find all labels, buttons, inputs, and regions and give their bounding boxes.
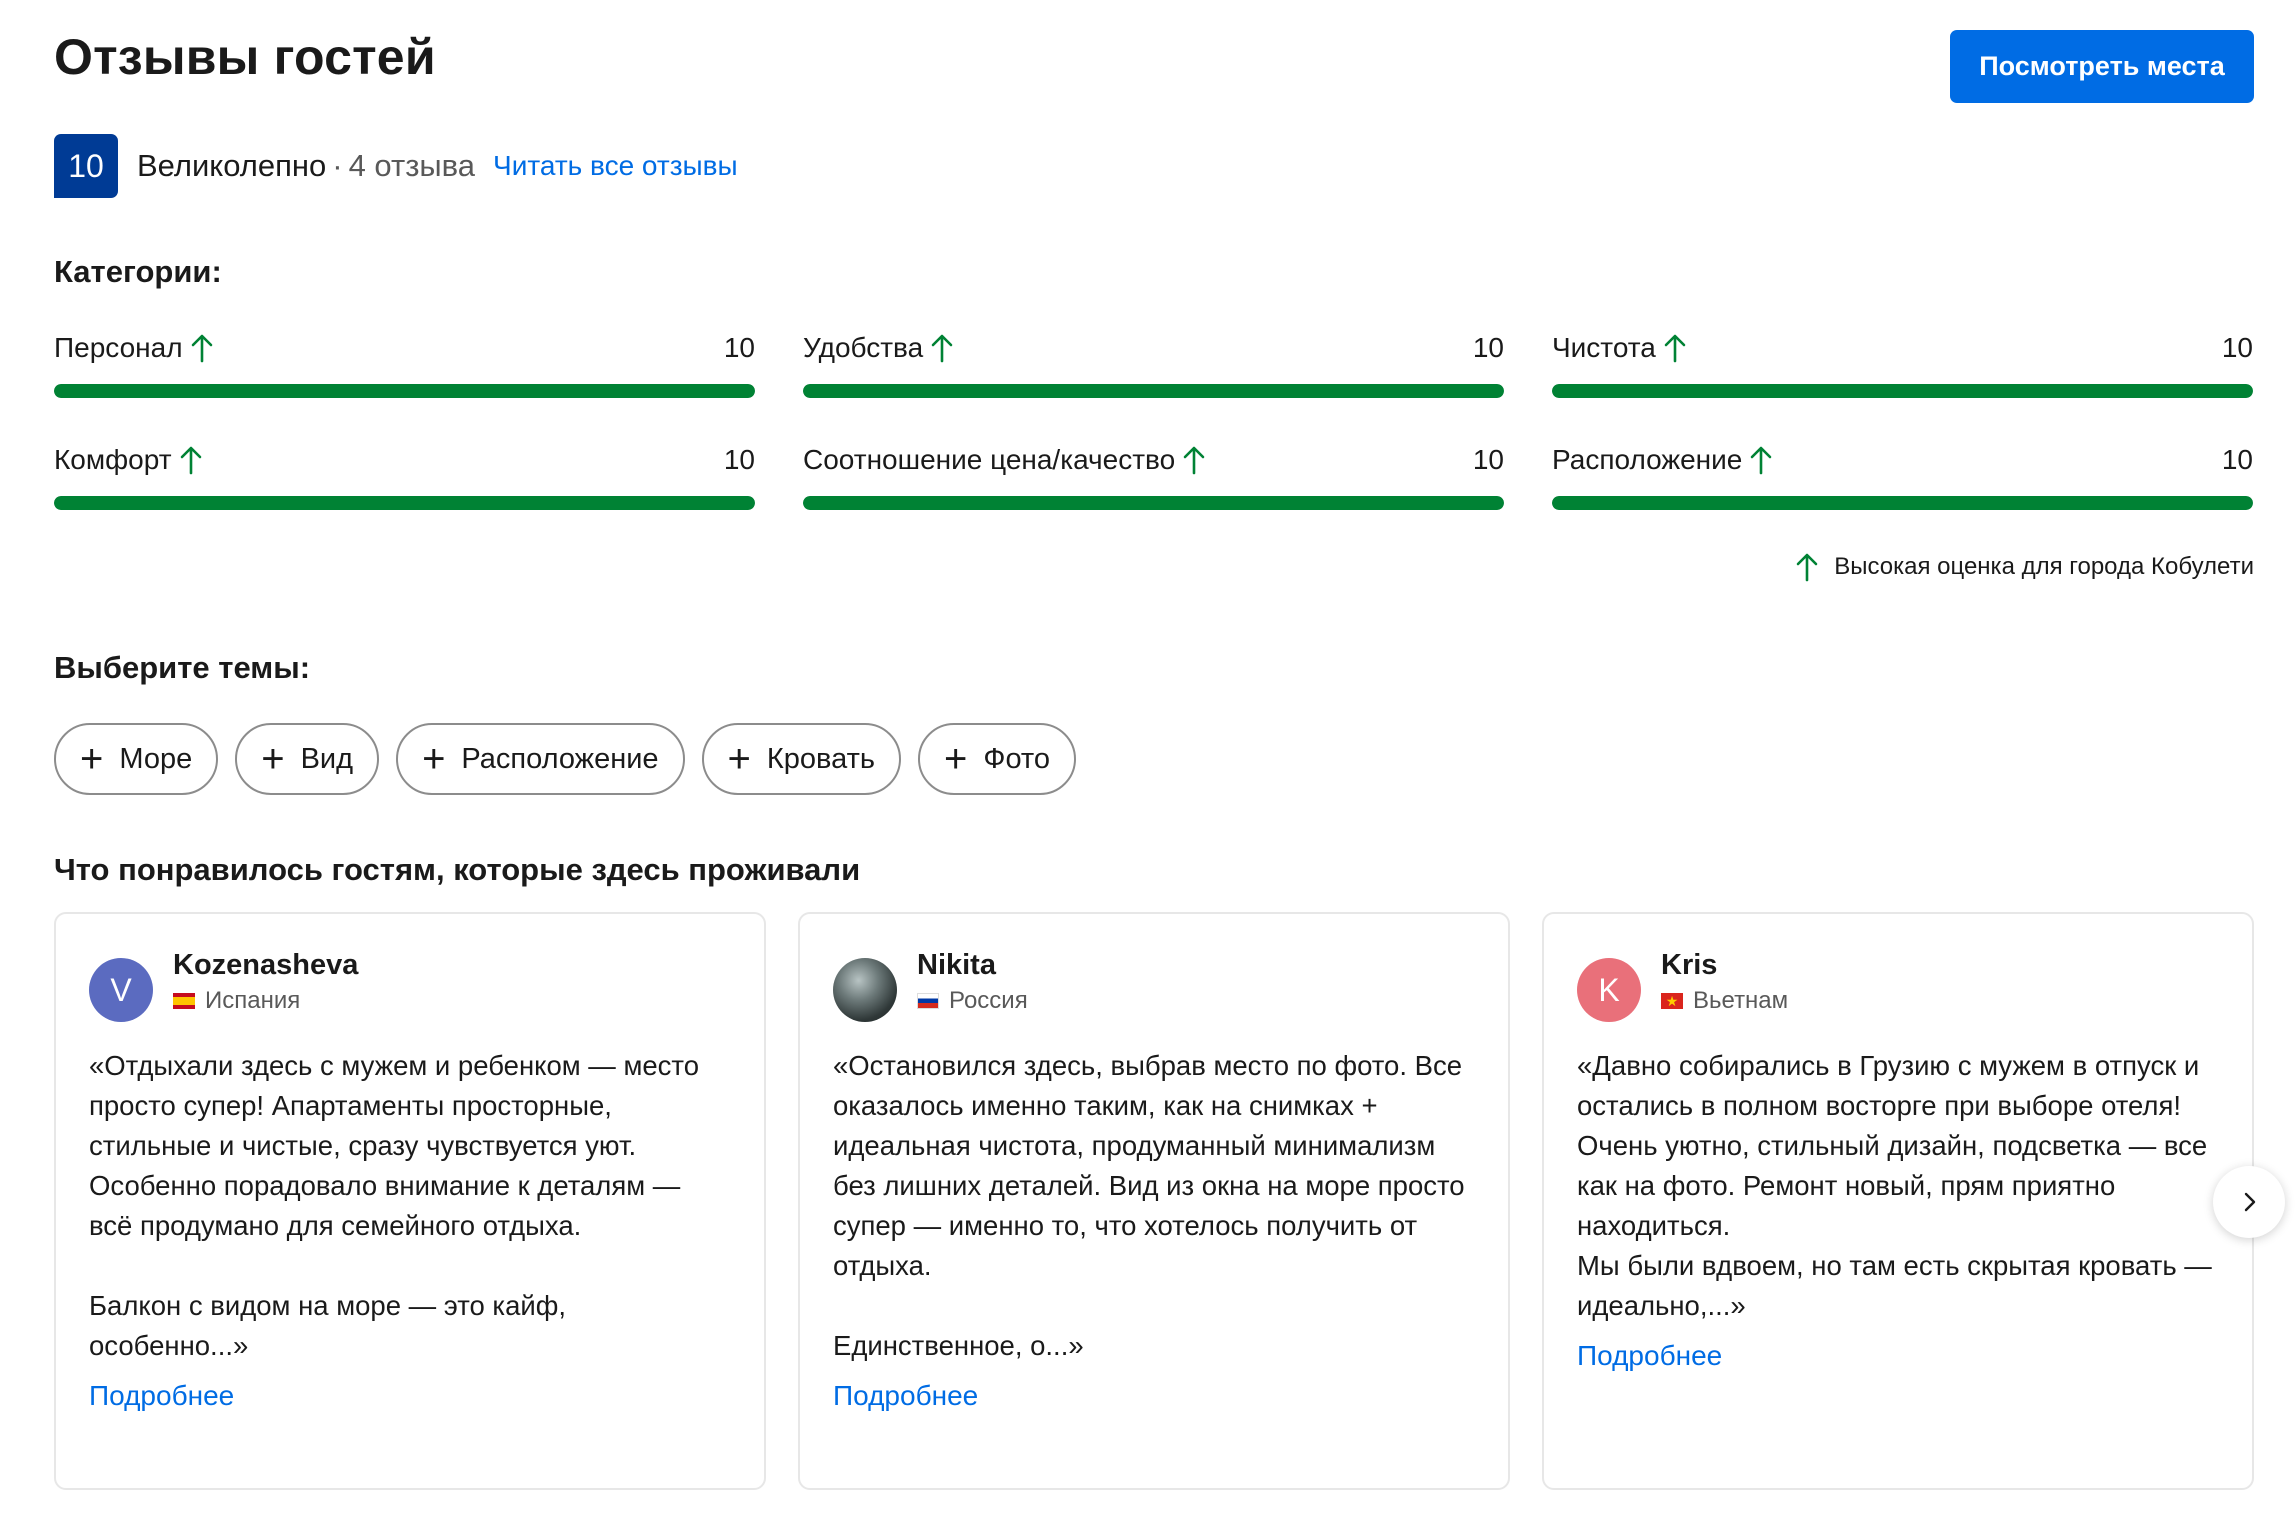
plus-icon: + bbox=[80, 737, 104, 781]
see-places-button[interactable]: Посмотреть места bbox=[1950, 30, 2254, 103]
category-value: 10 bbox=[1472, 332, 1504, 363]
category-label: Соотношение цена/качество bbox=[803, 444, 1176, 475]
city-note-text: Высокая оценка для города Кобулети bbox=[1834, 553, 2254, 580]
flag-icon bbox=[173, 993, 195, 1009]
topic-chip[interactable]: + Кровать bbox=[701, 723, 902, 795]
reviewer-name: Kris bbox=[1661, 949, 1718, 981]
score-bar-fill bbox=[803, 384, 1504, 398]
arrow-up-icon bbox=[191, 334, 212, 363]
review-count: 4 отзыва bbox=[348, 148, 476, 183]
score-bar bbox=[1552, 384, 2253, 398]
category-score: Персонал 10 bbox=[54, 328, 755, 398]
topic-chip[interactable]: + Вид bbox=[235, 723, 380, 795]
chevron-right-icon bbox=[2244, 1192, 2256, 1212]
category-value: 10 bbox=[2221, 444, 2253, 475]
topic-chips: + Море + Вид + Расположение + Кровать + Фото bbox=[54, 723, 1077, 795]
score-bar-fill bbox=[1552, 384, 2253, 398]
category-value: 10 bbox=[2221, 332, 2253, 363]
score-bar bbox=[54, 496, 755, 510]
categories-title: Категории: bbox=[54, 254, 222, 289]
topic-chip[interactable]: + Море bbox=[54, 723, 219, 795]
review-card: V Kozenasheva Испания «Отдыхали здесь с муж… bbox=[54, 912, 766, 1490]
page-title: Отзывы гостей bbox=[54, 29, 436, 85]
category-score: Соотношение цена/качество 10 bbox=[803, 440, 1504, 510]
category-value: 10 bbox=[723, 444, 755, 475]
avatar: V bbox=[89, 958, 153, 1022]
reviewer-country: Испания bbox=[205, 987, 301, 1014]
review-card: K Kris ★ Вьетнам «Давно собирались в Грузию … bbox=[1542, 912, 2254, 1490]
score-bar bbox=[803, 384, 1504, 398]
read-more-link[interactable]: Подробнее bbox=[89, 1380, 731, 1412]
topic-chip[interactable]: + Фото bbox=[918, 723, 1077, 795]
category-label: Персонал bbox=[54, 332, 183, 363]
category-value: 10 bbox=[1472, 444, 1504, 475]
category-value: 10 bbox=[723, 332, 755, 363]
topic-chip[interactable]: + Расположение bbox=[396, 723, 685, 795]
reviews-title: Что понравилось гостям, которые здесь пр… bbox=[54, 852, 861, 887]
flag-icon bbox=[917, 993, 939, 1009]
reviewer-name: Kozenasheva bbox=[173, 949, 359, 981]
review-text: «Отдыхали здесь с мужем и ребенком — мес… bbox=[89, 1050, 699, 1361]
arrow-up-icon bbox=[931, 334, 953, 363]
topics-title: Выберите темы: bbox=[54, 650, 311, 685]
arrow-up-icon bbox=[1796, 553, 1818, 582]
score-badge: 10 bbox=[54, 134, 118, 198]
review-text: «Давно собирались в Грузию с мужем в отп… bbox=[1577, 1050, 2212, 1321]
arrow-up-icon bbox=[1664, 334, 1686, 363]
review-card: Nikita Россия «Остановился здесь, выбрав м… bbox=[798, 912, 1510, 1490]
category-score: Расположение 10 bbox=[1552, 440, 2253, 510]
topic-chip-label: Расположение bbox=[461, 742, 659, 775]
review-text: «Остановился здесь, выбрав место по фото… bbox=[833, 1050, 1465, 1361]
reviewer-country: Россия bbox=[949, 987, 1028, 1014]
flag-icon: ★ bbox=[1661, 993, 1683, 1009]
category-score: Удобства 10 bbox=[803, 328, 1504, 398]
category-label: Удобства bbox=[803, 332, 924, 363]
category-score: Чистота 10 bbox=[1552, 328, 2253, 398]
score-summary: 10 Великолепно · 4 отзыва Читать все отз… bbox=[54, 134, 738, 198]
topic-chip-label: Фото bbox=[983, 742, 1051, 775]
plus-icon: + bbox=[422, 737, 446, 781]
plus-icon: + bbox=[944, 737, 968, 781]
score-bar-fill bbox=[54, 496, 755, 510]
city-note: Высокая оценка для города Кобулети bbox=[1794, 552, 2254, 582]
topic-chip-label: Вид bbox=[300, 742, 354, 775]
category-score: Комфорт 10 bbox=[54, 440, 755, 510]
arrow-up-icon bbox=[1183, 446, 1205, 475]
avatar: K bbox=[1577, 958, 1641, 1022]
read-more-link[interactable]: Подробнее bbox=[833, 1380, 1475, 1412]
topic-chip-label: Кровать bbox=[766, 742, 876, 775]
category-label: Расположение bbox=[1552, 444, 1743, 475]
score-bar bbox=[54, 384, 755, 398]
score-bar-fill bbox=[803, 496, 1504, 510]
carousel-next-button[interactable] bbox=[2213, 1166, 2285, 1238]
plus-icon: + bbox=[727, 737, 751, 781]
score-word: Великолепно bbox=[137, 148, 327, 183]
score-separator: · bbox=[332, 148, 343, 183]
score-bar bbox=[1552, 496, 2253, 510]
reviewer-name: Nikita bbox=[917, 949, 996, 981]
topic-chip-label: Море bbox=[119, 742, 193, 775]
category-label: Комфорт bbox=[54, 444, 172, 475]
avatar bbox=[833, 958, 897, 1022]
arrow-up-icon bbox=[1751, 446, 1772, 475]
score-bar bbox=[803, 496, 1504, 510]
plus-icon: + bbox=[261, 737, 285, 781]
score-bar-fill bbox=[54, 384, 755, 398]
category-label: Чистота bbox=[1552, 332, 1656, 363]
arrow-up-icon bbox=[180, 446, 201, 475]
reviewer-country: Вьетнам bbox=[1693, 987, 1789, 1014]
read-all-reviews-link[interactable]: Читать все отзывы bbox=[493, 150, 738, 182]
read-more-link[interactable]: Подробнее bbox=[1577, 1340, 2219, 1372]
score-bar-fill bbox=[1552, 496, 2253, 510]
